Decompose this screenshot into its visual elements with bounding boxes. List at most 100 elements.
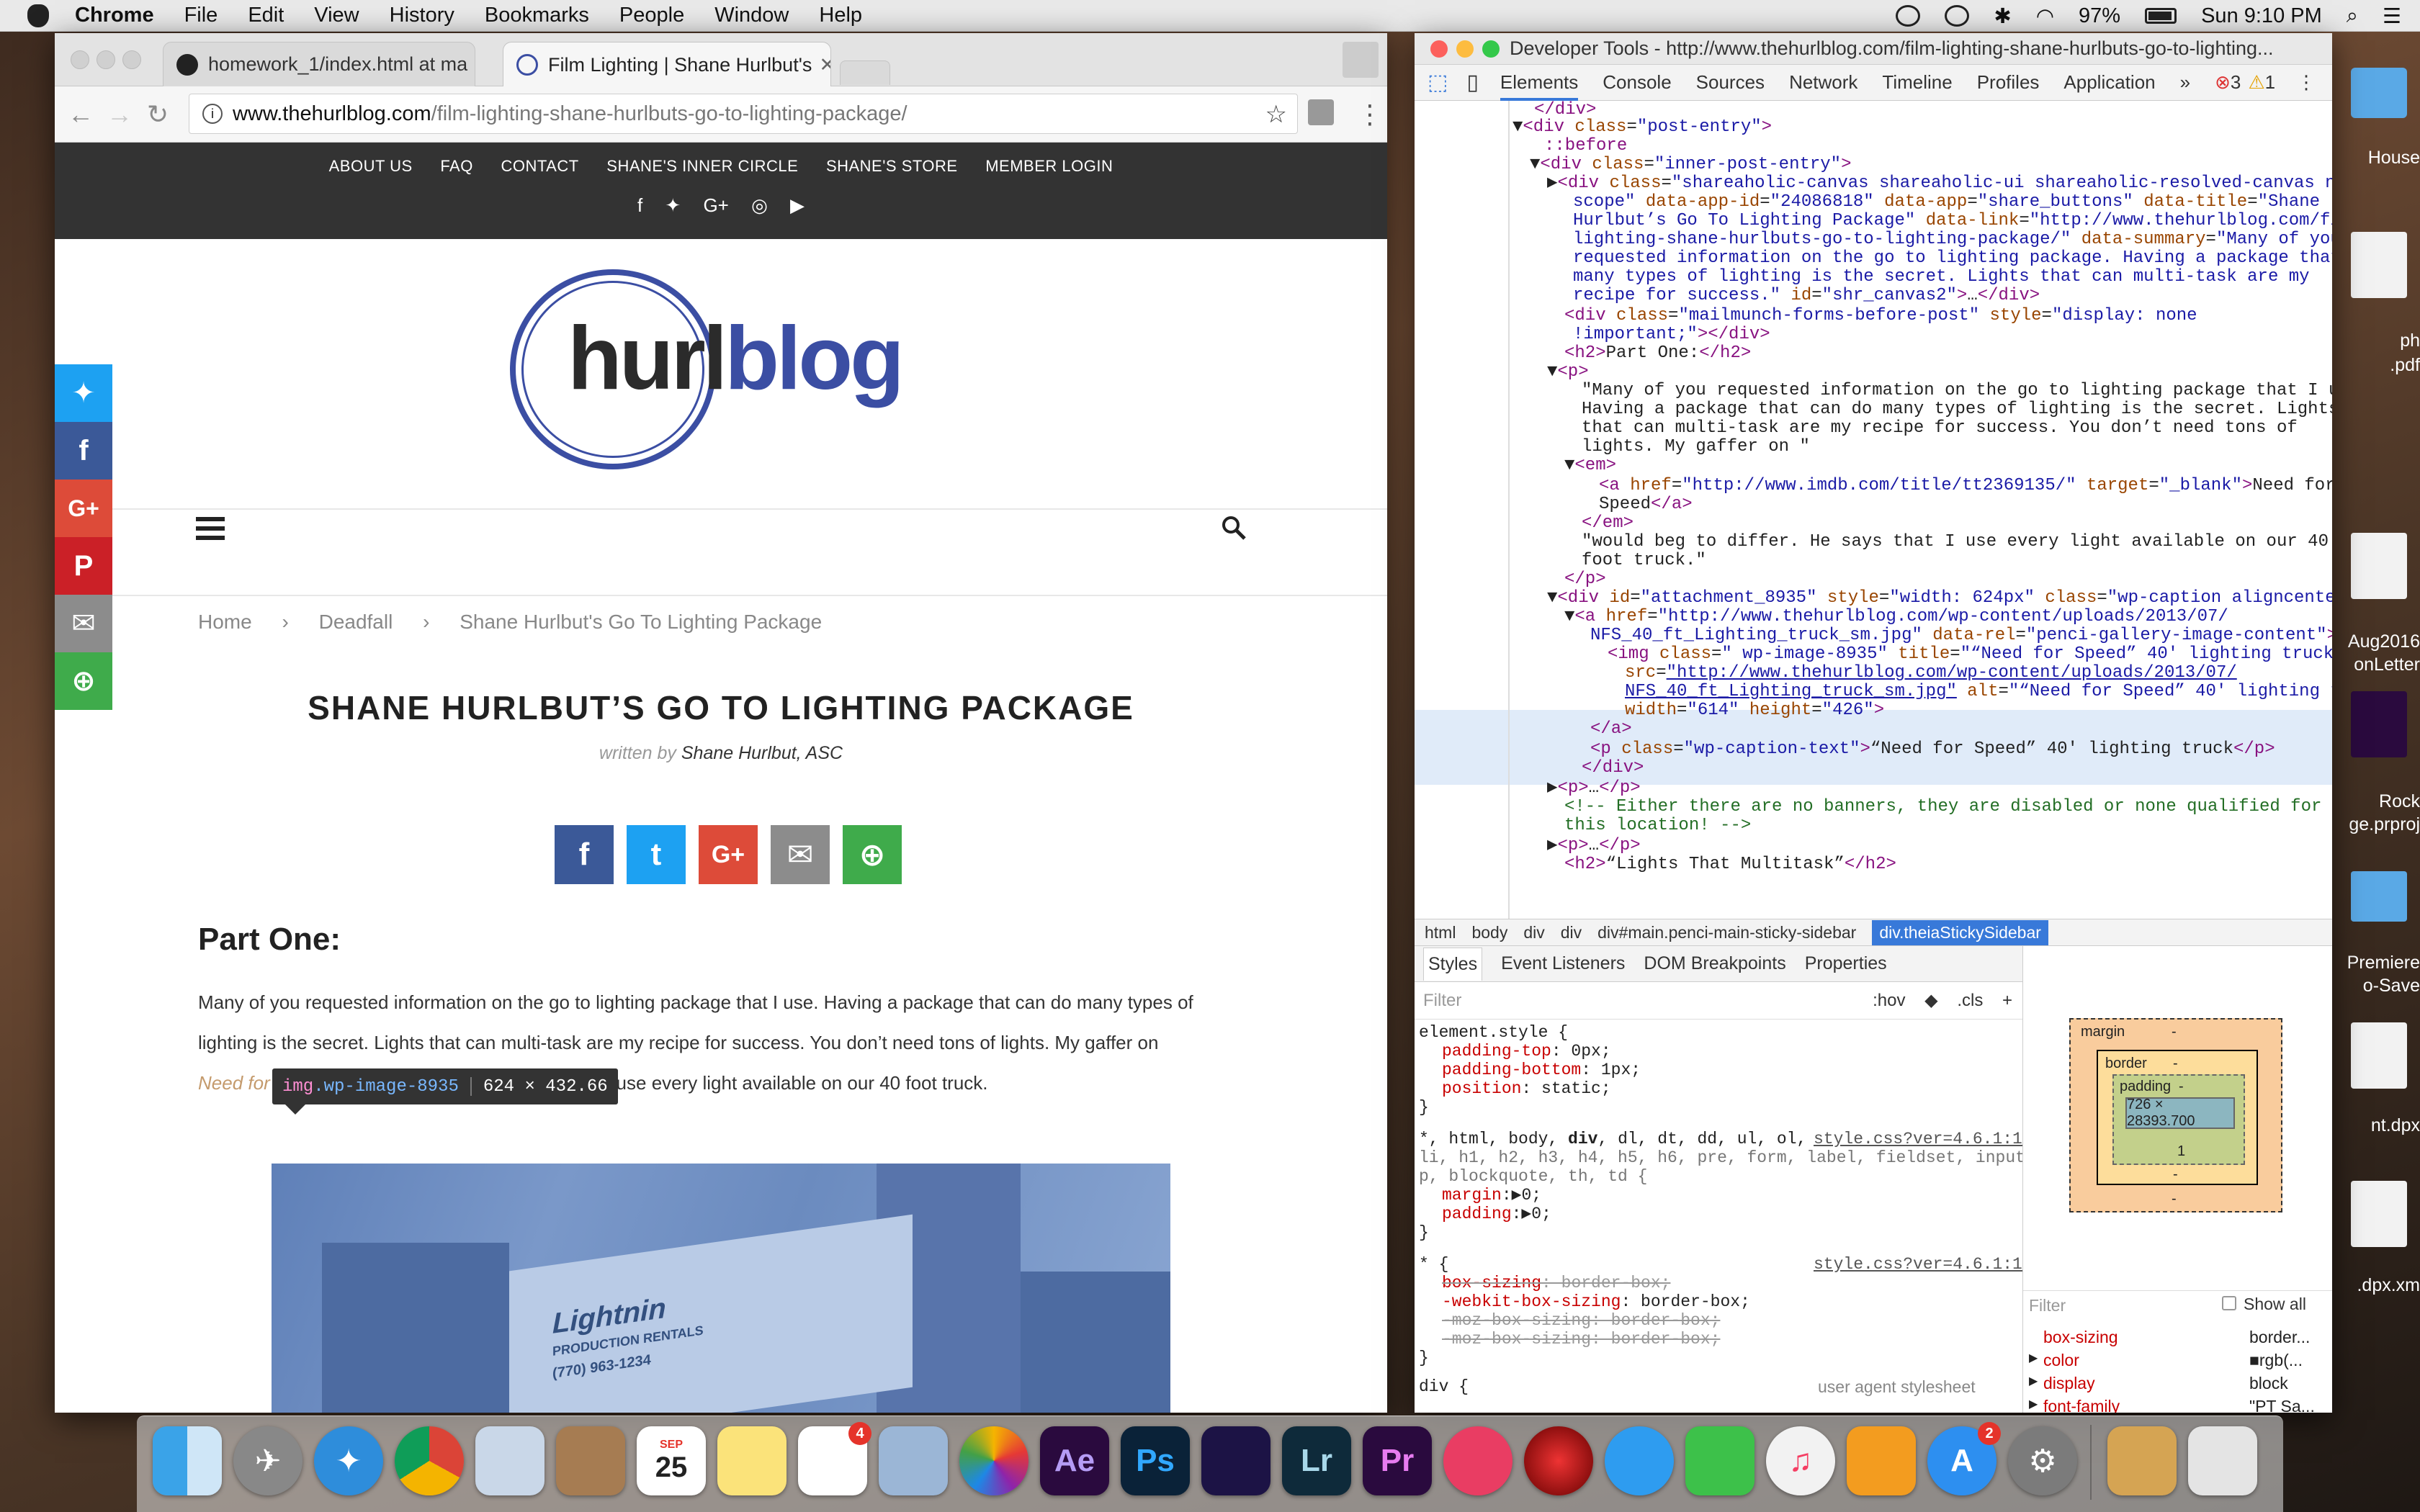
menu-chrome[interactable]: Chrome [75, 4, 154, 27]
launchpad-icon[interactable]: ✈ [233, 1426, 302, 1495]
photos-icon[interactable] [959, 1426, 1028, 1495]
after-effects-icon[interactable]: Ae [1040, 1426, 1109, 1495]
folder-icon[interactable] [2351, 871, 2407, 922]
warning-icon[interactable]: ⚠ [2248, 71, 2264, 94]
wifi-icon[interactable]: ◠ [2036, 4, 2054, 29]
ibooks-icon[interactable] [1847, 1426, 1916, 1495]
more-share-icon[interactable]: ⊕ [55, 652, 112, 710]
document-icon[interactable] [2351, 1022, 2407, 1089]
nav-faq[interactable]: FAQ [440, 157, 473, 175]
share-google-plus-button[interactable]: G+ [699, 825, 758, 884]
tab-properties[interactable]: Properties [1805, 953, 1887, 974]
profile-icon[interactable] [1343, 42, 1379, 78]
share-email-button[interactable]: ✉ [771, 825, 830, 884]
creative-cloud-icon[interactable] [1945, 5, 1970, 27]
maps-icon[interactable] [879, 1426, 948, 1495]
tab-dom-breakpoints[interactable]: DOM Breakpoints [1644, 953, 1785, 974]
tab-network[interactable]: Network [1789, 71, 1857, 94]
desktop-item-label[interactable]: Rock [2341, 791, 2420, 812]
document-icon[interactable] [2351, 1181, 2407, 1247]
tab-github[interactable]: homework_1/index.html at ma ✕ [163, 42, 475, 86]
davinci-resolve-icon[interactable] [1443, 1426, 1512, 1495]
notes-icon[interactable] [717, 1426, 786, 1495]
lightroom-icon[interactable]: Lr [1282, 1426, 1351, 1495]
warning-count[interactable]: 1 [2265, 71, 2275, 94]
twitter-icon[interactable]: ✦ [55, 364, 112, 422]
google-plus-icon[interactable]: G+ [55, 480, 112, 537]
instagram-icon[interactable]: ◎ [751, 194, 768, 216]
spotlight-icon[interactable]: ⌕ [2347, 4, 2358, 28]
tab-console[interactable]: Console [1603, 71, 1671, 94]
tab-event-listeners[interactable]: Event Listeners [1501, 953, 1625, 974]
tab-styles[interactable]: Styles [1423, 947, 1483, 981]
article-photo-truck[interactable]: Lightnin PRODUCTION RENTALS (770) 963-12… [272, 1164, 1170, 1413]
battery-percent[interactable]: 97% [2079, 4, 2120, 28]
twitter-icon[interactable]: ✦ [665, 194, 681, 216]
document-icon[interactable] [2351, 533, 2407, 599]
reload-button[interactable]: ↻ [147, 99, 169, 130]
itunes-icon[interactable]: ♫ [1766, 1426, 1835, 1495]
google-plus-icon[interactable]: G+ [703, 194, 728, 216]
menu-help[interactable]: Help [819, 4, 862, 27]
calendar-icon[interactable]: SEP 25 [637, 1426, 706, 1495]
error-count[interactable]: 3 [2231, 71, 2241, 94]
computed-row[interactable]: ▶ display block [2023, 1374, 2332, 1395]
desktop-item-label[interactable]: o-Save [2341, 975, 2420, 996]
dom-tree[interactable]: </div> ▼<div class="post-entry"> ::befor… [1415, 101, 2332, 919]
box-model-content[interactable]: 726 × 28393.700 [2125, 1097, 2235, 1129]
styles-rules[interactable]: element.style { padding-top: 0px; paddin… [1415, 1020, 2022, 1413]
dvd-player-icon[interactable] [1524, 1426, 1593, 1495]
box-model-padding[interactable]: padding - 726 × 28393.700 1 [2112, 1074, 2245, 1165]
crumb-main[interactable]: div#main.penci-main-sticky-sidebar [1597, 923, 1856, 942]
close-icon[interactable]: ✕ [467, 53, 475, 76]
tab-application[interactable]: Application [2063, 71, 2155, 94]
hamburger-menu-icon[interactable] [196, 517, 225, 540]
show-all-checkbox[interactable] [2222, 1296, 2236, 1310]
app-store-icon[interactable]: A2 [1927, 1422, 2001, 1495]
folder-icon[interactable] [2351, 68, 2407, 118]
desktop-item-label[interactable]: Premiere [2341, 952, 2420, 973]
tab-elements[interactable]: Elements [1500, 71, 1579, 101]
address-bar[interactable]: i www.thehurlblog.com/film-lighting-shan… [189, 94, 1298, 134]
nav-store[interactable]: SHANE'S STORE [826, 157, 958, 175]
crumb-selected[interactable]: div.theiaStickySidebar [1872, 919, 2048, 945]
desktop-item-label[interactable]: ph [2341, 330, 2420, 351]
image-capture-icon[interactable] [475, 1426, 544, 1495]
chrome-icon[interactable] [395, 1426, 464, 1495]
box-model-border[interactable]: border - - padding - 726 × 28393.700 1 [2097, 1050, 2258, 1185]
photoshop-icon[interactable]: Ps [1121, 1426, 1190, 1495]
menu-window[interactable]: Window [714, 4, 789, 27]
inspect-element-icon[interactable]: ⬚ [1428, 70, 1448, 95]
window-minimize-button[interactable] [97, 50, 115, 69]
back-button[interactable]: ← [68, 99, 94, 130]
breadcrumb-home[interactable]: Home [198, 611, 252, 633]
info-icon[interactable]: i [202, 104, 223, 124]
chrome-menu-icon[interactable]: ⋮ [1357, 99, 1383, 130]
author-link[interactable]: Shane Hurlbut, ASC [681, 743, 843, 763]
computed-filter-input[interactable]: Filter [2029, 1296, 2066, 1315]
site-logo[interactable]: hurlblog [568, 287, 905, 431]
menu-history[interactable]: History [390, 4, 454, 27]
desktop-item-label[interactable]: ge.prproj [2341, 814, 2420, 835]
messages-icon[interactable] [1605, 1426, 1674, 1495]
nav-member-login[interactable]: MEMBER LOGIN [985, 157, 1113, 175]
menu-bookmarks[interactable]: Bookmarks [485, 4, 589, 27]
contacts-icon[interactable] [556, 1426, 625, 1495]
crumb-body[interactable]: body [1471, 923, 1507, 942]
email-icon[interactable]: ✉ [55, 595, 112, 652]
tab-hurlblog[interactable]: Film Lighting | Shane Hurlbut's ✕ [503, 42, 831, 87]
menu-view[interactable]: View [314, 4, 359, 27]
share-facebook-button[interactable]: f [555, 825, 614, 884]
apple-icon[interactable] [27, 4, 49, 27]
error-icon[interactable]: ⊗ [2215, 71, 2231, 94]
clock[interactable]: Sun 9:10 PM [2201, 4, 2322, 28]
desktop-item-label[interactable]: onLetter [2341, 654, 2420, 675]
nav-inner-circle[interactable]: SHANE'S INNER CIRCLE [606, 157, 798, 175]
notification-center-icon[interactable]: ☰ [2383, 4, 2401, 29]
crumb-div[interactable]: div [1523, 923, 1544, 942]
media-encoder-icon[interactable] [1201, 1426, 1270, 1495]
box-model-margin[interactable]: margin - - border - - padding - 726 × 28… [2069, 1018, 2282, 1212]
menu-file[interactable]: File [184, 4, 218, 27]
facebook-icon[interactable]: f [637, 194, 642, 216]
close-button[interactable] [1430, 40, 1448, 58]
